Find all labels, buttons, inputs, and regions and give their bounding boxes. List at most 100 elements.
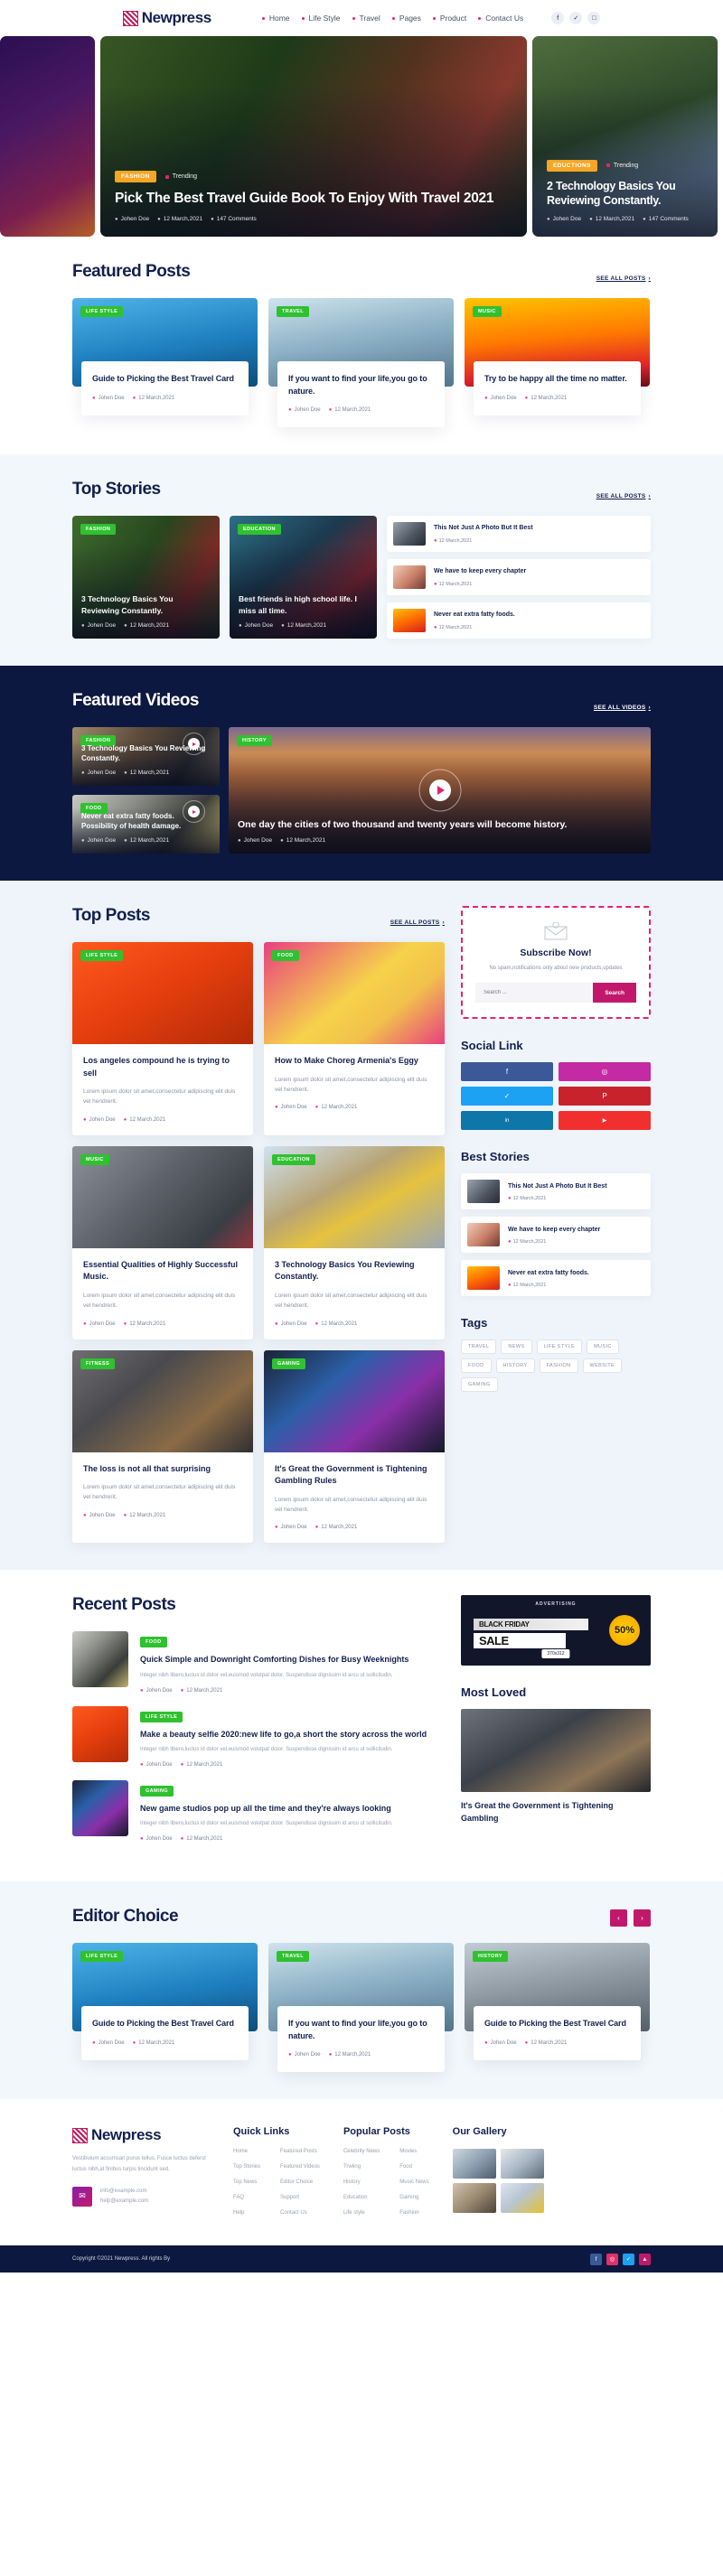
category-badge[interactable]: MUSIC: [473, 306, 502, 317]
category-badge[interactable]: FOOD: [272, 950, 299, 961]
instagram-icon[interactable]: ◎: [559, 1062, 651, 1082]
top-story-card[interactable]: FASHION 3 Technology Basics You Reviewin…: [72, 516, 220, 639]
most-loved-card[interactable]: It's Great the Government is Tightening …: [461, 1709, 651, 1825]
category-badge[interactable]: EDUCATION: [238, 524, 281, 535]
video-card[interactable]: FASHION 3 Technology Basics You Reviewin…: [72, 727, 220, 786]
search-button[interactable]: Search: [593, 983, 636, 1003]
email-primary[interactable]: info@example.com: [100, 2187, 148, 2197]
featured-post-card[interactable]: LIFE STYLE Guide to Picking the Best Tra…: [72, 298, 258, 427]
category-badge[interactable]: GAMING: [272, 1358, 306, 1369]
nav-item-product[interactable]: Product: [432, 14, 466, 23]
tag-chip[interactable]: FASHION: [539, 1358, 578, 1374]
list-item[interactable]: Never eat extra fatty foods. ● 12 March,2…: [461, 1260, 651, 1297]
category-badge[interactable]: HISTORY: [473, 1951, 508, 1963]
instagram-icon[interactable]: □: [587, 12, 601, 24]
featured-post-card[interactable]: TRAVEL If you want to find your life,you…: [268, 298, 454, 427]
footer-link[interactable]: Featured Posts: [280, 2149, 320, 2154]
twitter-icon[interactable]: ✓: [461, 1087, 553, 1106]
footer-link[interactable]: Life style: [343, 2210, 380, 2216]
top-story-card[interactable]: EDUCATION Best friends in high school li…: [230, 516, 377, 639]
featured-video-main[interactable]: HISTORY One day the cities of two thousa…: [229, 727, 651, 854]
tag-chip[interactable]: LIFE STYLE: [536, 1339, 583, 1355]
footer-link[interactable]: Trwling: [343, 2164, 380, 2170]
twitter-icon[interactable]: ✓: [569, 12, 583, 24]
twitter-icon[interactable]: ✓: [623, 2253, 634, 2265]
tag-chip[interactable]: GAMING: [461, 1377, 498, 1393]
footer-link[interactable]: Education: [343, 2195, 380, 2200]
category-badge[interactable]: LIFE STYLE: [80, 950, 124, 961]
editor-choice-card[interactable]: LIFE STYLE Guide to Picking the Best Tra…: [72, 1943, 258, 2072]
advertising-banner[interactable]: ADVERTISING BLACK FRIDAY SALE 50% 370x31…: [461, 1595, 651, 1666]
search-input[interactable]: [475, 983, 594, 1003]
next-button[interactable]: ›: [634, 1909, 651, 1927]
top-post-card[interactable]: GAMING It's Great the Government is Tigh…: [264, 1349, 445, 1544]
gallery-image[interactable]: [500, 2149, 544, 2179]
brand-logo[interactable]: Newpress: [122, 9, 211, 27]
category-badge[interactable]: TRAVEL: [277, 1951, 309, 1963]
category-badge[interactable]: EDUCTIONS: [547, 159, 597, 172]
category-badge[interactable]: MUSIC: [80, 1153, 109, 1165]
see-all-posts-link[interactable]: SEE ALL POSTS ›: [390, 919, 445, 926]
category-badge[interactable]: FITNESS: [80, 1358, 116, 1369]
see-all-posts-link[interactable]: SEE ALL POSTS ›: [596, 275, 651, 282]
category-badge[interactable]: LIFE STYLE: [80, 1951, 124, 1963]
nav-item-home[interactable]: Home: [261, 14, 290, 23]
footer-link[interactable]: Editor Choice: [280, 2179, 320, 2185]
footer-link[interactable]: Contact Us: [280, 2210, 320, 2216]
list-item[interactable]: We have to keep every chapter ● 12 March,…: [387, 559, 651, 595]
top-post-card[interactable]: FOOD How to Make Choreg Armenia's Eggy L…: [264, 942, 445, 1135]
tag-chip[interactable]: MUSIC: [587, 1339, 619, 1355]
list-item[interactable]: This Not Just A Photo But It Best ● 12 Ma…: [461, 1173, 651, 1210]
footer-link[interactable]: Celebrity News: [343, 2149, 380, 2154]
recent-post-item[interactable]: GAMING New game studios pop up all the t…: [72, 1779, 445, 1842]
editor-choice-card[interactable]: HISTORY Guide to Picking the Best Travel…: [465, 1943, 650, 2072]
footer-link[interactable]: Food: [399, 2164, 428, 2170]
nav-item-life-style[interactable]: Life Style: [301, 14, 341, 23]
tag-chip[interactable]: NEWS: [501, 1339, 532, 1355]
gallery-image[interactable]: [452, 2183, 496, 2214]
list-item[interactable]: Never eat extra fatty foods. ● 12 March,2…: [387, 602, 651, 639]
category-badge[interactable]: TRAVEL: [277, 306, 309, 317]
nav-item-contact-us[interactable]: Contact Us: [478, 14, 523, 23]
footer-link[interactable]: Home: [233, 2149, 260, 2154]
category-badge[interactable]: FASHION: [115, 171, 156, 183]
scroll-to-top-button[interactable]: ▲: [639, 2253, 651, 2265]
recent-post-item[interactable]: LIFE STYLE Make a beauty selfie 2020:new…: [72, 1705, 445, 1768]
tag-chip[interactable]: FOOD: [461, 1358, 492, 1374]
nav-item-travel[interactable]: Travel: [352, 14, 380, 23]
list-item[interactable]: This Not Just A Photo But It Best ● 12 Ma…: [387, 516, 651, 552]
hero-slide-prev[interactable]: [0, 36, 95, 237]
top-post-card[interactable]: MUSIC Essential Qualities of Highly Succ…: [72, 1145, 253, 1339]
footer-link[interactable]: Movies: [399, 2149, 428, 2154]
footer-logo[interactable]: Newpress: [72, 2126, 210, 2144]
prev-button[interactable]: ‹: [610, 1909, 627, 1927]
linkedin-icon[interactable]: in: [461, 1111, 553, 1131]
tag-chip[interactable]: HISTORY: [495, 1358, 535, 1374]
video-card[interactable]: FOOD Never eat extra fatty foods. Possib…: [72, 795, 220, 854]
category-badge[interactable]: FASHION: [80, 524, 117, 535]
footer-link[interactable]: History: [343, 2179, 380, 2185]
instagram-icon[interactable]: ◎: [606, 2253, 618, 2265]
featured-post-card[interactable]: MUSIC Try to be happy all the time no ma…: [465, 298, 650, 427]
footer-link[interactable]: Support: [280, 2195, 320, 2200]
category-badge[interactable]: LIFE STYLE: [140, 1711, 183, 1722]
facebook-icon[interactable]: f: [551, 12, 565, 24]
youtube-icon[interactable]: ▶: [559, 1111, 651, 1131]
category-badge[interactable]: HISTORY: [237, 735, 272, 746]
top-post-card[interactable]: LIFE STYLE Los angeles compound he is tr…: [72, 942, 253, 1135]
footer-link[interactable]: Gaming: [399, 2195, 428, 2200]
play-button-icon[interactable]: [428, 779, 451, 801]
pinterest-icon[interactable]: P: [559, 1087, 651, 1106]
gallery-image[interactable]: [500, 2183, 544, 2214]
footer-link[interactable]: Help: [233, 2210, 260, 2216]
facebook-icon[interactable]: f: [590, 2253, 602, 2265]
tag-chip[interactable]: WEBSITE: [582, 1358, 623, 1374]
tag-chip[interactable]: TRAVEL: [461, 1339, 497, 1355]
category-badge[interactable]: FOOD: [140, 1637, 167, 1648]
gallery-image[interactable]: [452, 2149, 496, 2179]
category-badge[interactable]: LIFE STYLE: [80, 306, 124, 317]
category-badge[interactable]: EDUCATION: [272, 1153, 315, 1165]
footer-link[interactable]: Top Stories: [233, 2164, 260, 2170]
footer-link[interactable]: FAQ: [233, 2195, 260, 2200]
editor-choice-card[interactable]: TRAVEL If you want to find your life,you…: [268, 1943, 454, 2073]
